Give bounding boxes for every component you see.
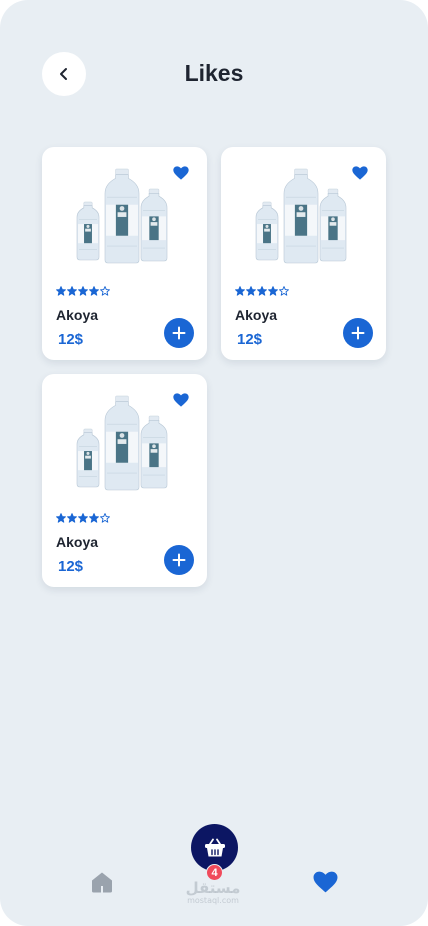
star-filled-icon bbox=[89, 286, 99, 296]
star-rating bbox=[56, 286, 110, 296]
star-filled-icon bbox=[268, 286, 278, 296]
star-filled-icon bbox=[78, 286, 88, 296]
star-rating bbox=[235, 286, 289, 296]
star-filled-icon bbox=[56, 513, 66, 523]
star-filled-icon bbox=[56, 286, 66, 296]
star-empty-icon bbox=[100, 513, 110, 523]
product-price: 12$ bbox=[58, 331, 84, 348]
star-filled-icon bbox=[257, 286, 267, 296]
star-filled-icon bbox=[67, 513, 77, 523]
star-rating bbox=[56, 513, 110, 523]
product-name: Akoya bbox=[56, 307, 99, 323]
product-card[interactable]: Akoya 12$ bbox=[221, 147, 386, 360]
product-price: 12$ bbox=[58, 558, 84, 575]
add-to-cart-button[interactable] bbox=[164, 545, 194, 575]
plus-icon bbox=[172, 553, 186, 567]
heart-icon[interactable] bbox=[352, 166, 368, 180]
add-to-cart-button[interactable] bbox=[164, 318, 194, 348]
watermark: مستقل mostaql.com bbox=[178, 880, 248, 905]
heart-icon[interactable] bbox=[173, 393, 189, 407]
star-empty-icon bbox=[279, 286, 289, 296]
watermark-latin: mostaql.com bbox=[187, 896, 239, 905]
product-name: Akoya bbox=[235, 307, 278, 323]
watermark-arabic: مستقل bbox=[185, 879, 241, 897]
basket-icon bbox=[204, 838, 225, 856]
product-image bbox=[255, 168, 347, 264]
plus-icon bbox=[351, 326, 365, 340]
product-image bbox=[76, 395, 168, 491]
star-empty-icon bbox=[100, 286, 110, 296]
heart-icon bbox=[313, 871, 338, 893]
home-icon bbox=[92, 872, 112, 893]
add-to-cart-button[interactable] bbox=[343, 318, 373, 348]
product-card[interactable]: Akoya 12$ bbox=[42, 374, 207, 587]
product-image bbox=[76, 168, 168, 264]
star-filled-icon bbox=[67, 286, 77, 296]
nav-home-button[interactable] bbox=[90, 870, 114, 894]
star-filled-icon bbox=[235, 286, 245, 296]
page-title: Likes bbox=[184, 60, 244, 86]
product-card[interactable]: Akoya 12$ bbox=[42, 147, 207, 360]
nav-likes-button[interactable] bbox=[313, 871, 338, 893]
star-filled-icon bbox=[246, 286, 256, 296]
star-filled-icon bbox=[89, 513, 99, 523]
product-name: Akoya bbox=[56, 534, 99, 550]
star-filled-icon bbox=[78, 513, 88, 523]
plus-icon bbox=[172, 326, 186, 340]
likes-screen: Likes Akoya 12$ Akoya 12$ Akoya 12$ 4 مس… bbox=[0, 0, 428, 926]
heart-icon[interactable] bbox=[173, 166, 189, 180]
product-price: 12$ bbox=[237, 331, 263, 348]
